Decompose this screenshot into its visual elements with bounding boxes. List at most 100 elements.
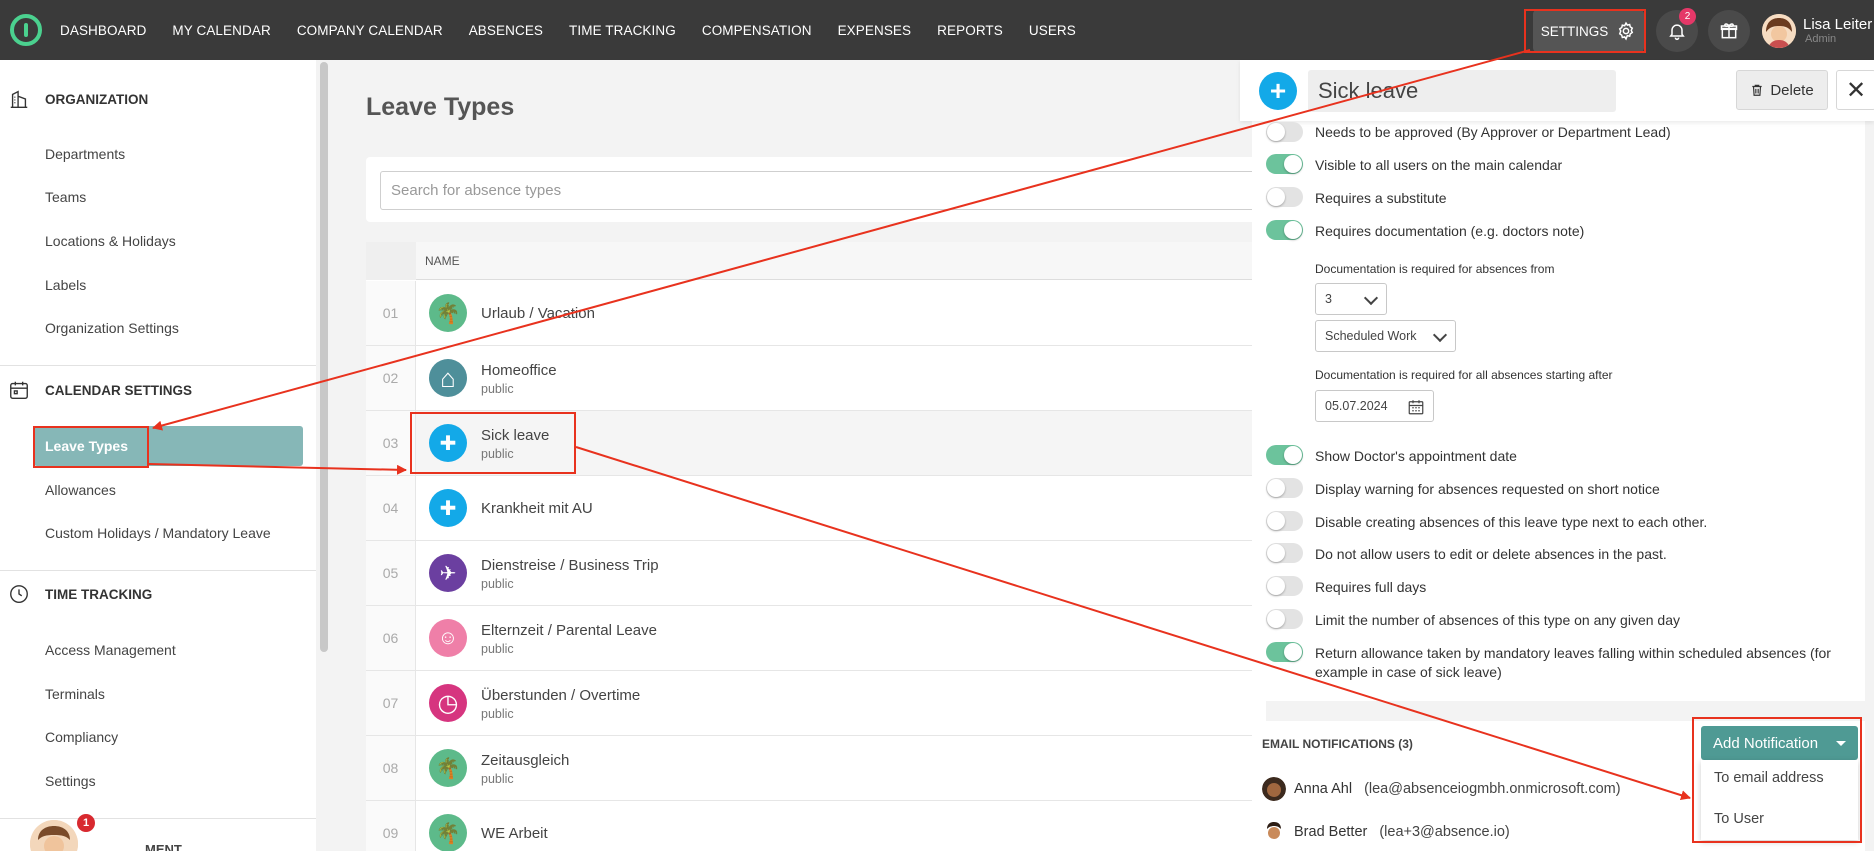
row-name: Homeoffice: [481, 362, 557, 379]
index-column-header: [366, 242, 416, 280]
sidebar-item-allowances[interactable]: Allowances: [45, 482, 116, 498]
table-row[interactable]: 07 ◷ Überstunden / Overtime public: [366, 671, 1266, 736]
nav-reports[interactable]: REPORTS: [937, 23, 1003, 38]
annotation-box-settings: [1524, 9, 1646, 53]
sidebar-item-labels[interactable]: Labels: [45, 277, 86, 293]
toggle-requires-substitute[interactable]: [1266, 187, 1303, 207]
row-number: 07: [366, 671, 416, 735]
doc-unit-select[interactable]: Scheduled Work: [1315, 320, 1456, 352]
sidebar-item-compliancy[interactable]: Compliancy: [45, 729, 118, 745]
sidebar-item-access-management[interactable]: Access Management: [45, 642, 176, 658]
sidebar-divider: [0, 818, 316, 819]
toggle-limit-per-day[interactable]: [1266, 609, 1303, 629]
nav-company-calendar[interactable]: COMPANY CALENDAR: [297, 23, 443, 38]
doc-days-value: 3: [1325, 292, 1332, 306]
nav-expenses[interactable]: EXPENSES: [838, 23, 912, 38]
user-avatar[interactable]: [1762, 14, 1796, 48]
plus-icon[interactable]: +: [1259, 72, 1297, 110]
toggle-short-notice-warning[interactable]: [1266, 478, 1303, 498]
sidebar-scrollbar-thumb[interactable]: [320, 62, 328, 652]
sidebar-item-terminals[interactable]: Terminals: [45, 686, 105, 702]
palm-tree-icon: 🌴: [429, 749, 467, 787]
option-label: Requires full days: [1315, 579, 1427, 595]
section-title-partial: MENT: [145, 842, 182, 851]
option-label: Visible to all users on the main calenda…: [1315, 157, 1563, 173]
toggle-full-days[interactable]: [1266, 576, 1303, 596]
palm-tree-icon: 🌴: [429, 294, 467, 332]
close-button[interactable]: ✕: [1836, 70, 1874, 110]
sidebar-item-organization-settings[interactable]: Organization Settings: [45, 320, 179, 336]
calendar-icon[interactable]: [1407, 398, 1425, 416]
option-label: Requires documentation (e.g. doctors not…: [1315, 223, 1585, 239]
doc-date-input[interactable]: 05.07.2024: [1315, 390, 1434, 422]
nav-links: DASHBOARD MY CALENDAR COMPANY CALENDAR A…: [60, 0, 1102, 60]
row-number: 09: [366, 801, 416, 851]
nav-dashboard[interactable]: DASHBOARD: [60, 23, 146, 38]
row-number: 05: [366, 541, 416, 605]
gift-button[interactable]: [1708, 10, 1750, 52]
toggle-requires-documentation[interactable]: [1266, 220, 1303, 240]
nav-compensation[interactable]: COMPENSATION: [702, 23, 812, 38]
row-visibility: public: [481, 642, 514, 656]
avatar: [1262, 820, 1286, 844]
sidebar-item-custom-holidays[interactable]: Custom Holidays / Mandatory Leave: [45, 525, 271, 541]
row-name: WE Arbeit: [481, 825, 548, 842]
row-name: Elternzeit / Parental Leave: [481, 622, 657, 639]
option-label-continued: example in case of sick leave): [1315, 664, 1502, 680]
sidebar-item-departments[interactable]: Departments: [45, 146, 125, 162]
toggle-disable-adjacent[interactable]: [1266, 511, 1303, 531]
absence-logo[interactable]: [10, 14, 42, 46]
table-row[interactable]: 05 ✈ Dienstreise / Business Trip public: [366, 541, 1266, 606]
table-row[interactable]: 01 🌴 Urlaub / Vacation: [366, 281, 1266, 346]
chat-badge: 1: [77, 814, 95, 832]
plus-icon: ✚: [429, 489, 467, 527]
row-number: 08: [366, 736, 416, 800]
table-row[interactable]: 06 ☺ Elternzeit / Parental Leave public: [366, 606, 1266, 671]
sidebar-item-settings[interactable]: Settings: [45, 773, 96, 789]
building-icon: [10, 90, 28, 108]
column-header-name[interactable]: NAME: [425, 254, 460, 268]
toggle-no-edit-past[interactable]: [1266, 543, 1303, 563]
row-name: Überstunden / Overtime: [481, 687, 641, 704]
nav-my-calendar[interactable]: MY CALENDAR: [172, 23, 270, 38]
option-label: Do not allow users to edit or delete abs…: [1315, 546, 1667, 562]
chevron-down-icon: [1363, 290, 1379, 306]
table-row[interactable]: 09 🌴 WE Arbeit: [366, 801, 1266, 851]
recipient-email: (lea@absenceiogmbh.onmicrosoft.com): [1364, 781, 1621, 797]
clock-icon: ◷: [429, 684, 467, 722]
toggle-return-allowance[interactable]: [1266, 642, 1303, 662]
sidebar-divider: [0, 365, 316, 366]
nav-absences[interactable]: ABSENCES: [469, 23, 543, 38]
table-row[interactable]: 08 🌴 Zeitausgleich public: [366, 736, 1266, 801]
page-title: Leave Types: [366, 93, 515, 121]
sidebar-item-teams[interactable]: Teams: [45, 189, 86, 205]
delete-label: Delete: [1770, 81, 1814, 99]
nav-time-tracking[interactable]: TIME TRACKING: [569, 23, 676, 38]
notifications-button[interactable]: 2: [1656, 8, 1698, 52]
row-visibility: public: [481, 382, 514, 396]
doc-days-select[interactable]: 3: [1315, 283, 1387, 315]
search-input[interactable]: Search for absence types: [380, 171, 1260, 210]
sidebar-item-locations-holidays[interactable]: Locations & Holidays: [45, 233, 176, 249]
option-label: Limit the number of absences of this typ…: [1315, 612, 1680, 628]
annotation-box-leave-types: [33, 426, 149, 468]
recipient-name: Brad Better: [1294, 824, 1368, 840]
table-row[interactable]: 04 ✚ Krankheit mit AU: [366, 476, 1266, 541]
toggle-show-doctor-appointment[interactable]: [1266, 445, 1303, 465]
toggle-visible-calendar[interactable]: [1266, 154, 1303, 174]
avatar: [1262, 777, 1286, 801]
row-name: Dienstreise / Business Trip: [481, 557, 659, 574]
leave-type-name-input[interactable]: Sick leave: [1308, 70, 1616, 112]
user-name[interactable]: Lisa Leiter: [1803, 16, 1872, 33]
table-header: NAME: [366, 242, 1266, 280]
section-title: ORGANIZATION: [45, 91, 149, 107]
calendar-icon: [10, 381, 28, 399]
delete-button[interactable]: Delete: [1736, 70, 1828, 110]
table-row[interactable]: 02 ⌂ Homeoffice public: [366, 346, 1266, 411]
section-title: CALENDAR SETTINGS: [45, 382, 193, 398]
toggle-needs-approval[interactable]: [1266, 122, 1303, 142]
close-icon: ✕: [1845, 76, 1867, 104]
nav-users[interactable]: USERS: [1029, 23, 1076, 38]
option-label: Needs to be approved (By Approver or Dep…: [1315, 124, 1671, 140]
section-title: TIME TRACKING: [45, 586, 153, 602]
